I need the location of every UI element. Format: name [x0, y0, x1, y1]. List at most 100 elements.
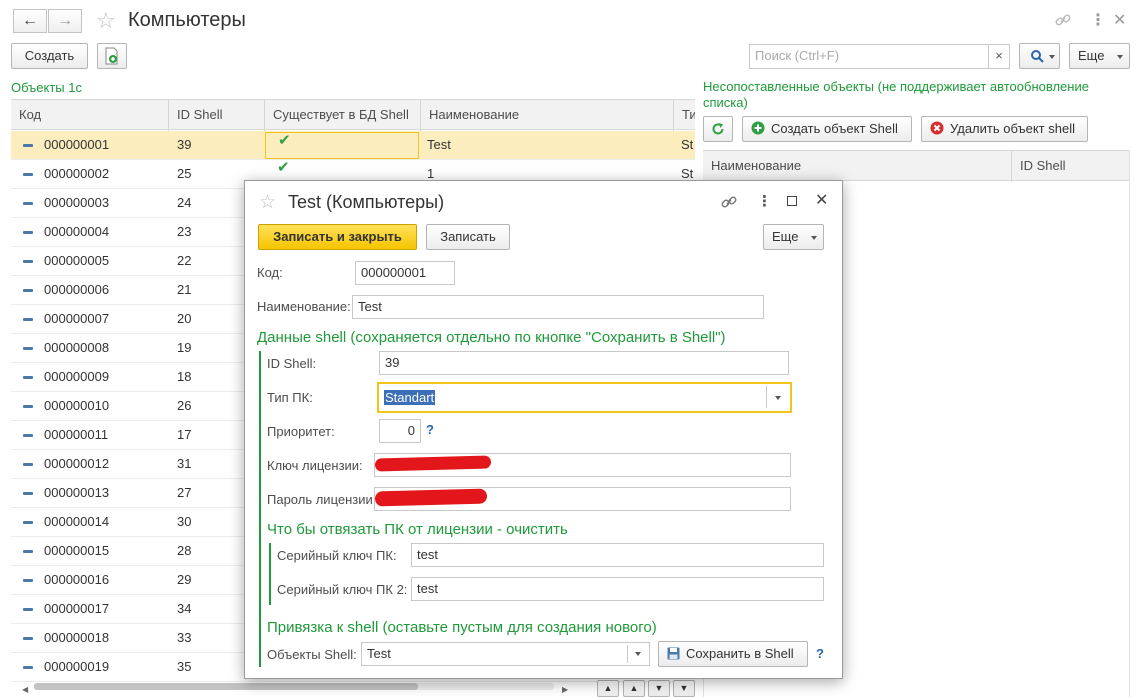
- row-item-icon: [23, 463, 33, 466]
- cell-id-shell: 35: [177, 659, 192, 674]
- row-item-icon: [23, 608, 33, 611]
- row-item-icon: [23, 318, 33, 321]
- more-button[interactable]: Еще: [763, 224, 824, 250]
- link-icon[interactable]: [1054, 11, 1072, 29]
- save-and-close-button[interactable]: Записать и закрыть: [258, 224, 417, 250]
- floppy-disk-icon: [667, 647, 680, 660]
- row-item-icon: [23, 492, 33, 495]
- search-button[interactable]: [1019, 43, 1060, 69]
- cell-id-shell: 26: [177, 398, 192, 413]
- cell-code: 000000008: [44, 340, 110, 355]
- scroll-up-button[interactable]: ▲: [623, 680, 645, 697]
- add-document-button[interactable]: [97, 43, 127, 69]
- cell-code: 000000014: [44, 514, 110, 529]
- unmatched-table-header: Наименование ID Shell: [703, 150, 1129, 182]
- horizontal-scrollbar[interactable]: [34, 683, 554, 690]
- add-document-icon: [105, 47, 118, 65]
- cell-code: 000000009: [44, 369, 110, 384]
- column-id-shell[interactable]: ID Shell: [169, 100, 265, 131]
- forward-button[interactable]: →: [48, 9, 82, 33]
- cell-type: St: [681, 137, 694, 152]
- scroll-bottom-button[interactable]: ▼: [673, 680, 695, 697]
- row-item-icon: [23, 550, 33, 553]
- close-icon[interactable]: ✕: [815, 190, 828, 210]
- cell-code: 000000003: [44, 195, 110, 210]
- row-item-icon: [23, 144, 33, 147]
- chevron-down-icon[interactable]: [635, 652, 641, 656]
- id-shell-field[interactable]: 39: [379, 351, 789, 375]
- cell-id-shell: 28: [177, 543, 192, 558]
- table-row[interactable]: 000000001 39 ✔ Test St: [11, 131, 695, 160]
- column-name[interactable]: Наименование: [421, 100, 674, 131]
- cell-id-shell: 27: [177, 485, 192, 500]
- page-title: Компьютеры: [128, 9, 246, 31]
- cell-id-shell: 31: [177, 456, 192, 471]
- license-password-label: Пароль лицензии:: [267, 492, 377, 507]
- cell-id-shell: 18: [177, 369, 192, 384]
- cell-code: 000000007: [44, 311, 110, 326]
- star-icon[interactable]: ☆: [96, 8, 116, 34]
- back-button[interactable]: ←: [13, 9, 47, 33]
- cell-name: Test: [427, 137, 451, 152]
- create-button[interactable]: Создать: [11, 43, 88, 69]
- scroll-left-arrow[interactable]: ◀: [22, 685, 28, 694]
- shell-group-title: Данные shell (сохраняется отдельно по кн…: [257, 329, 726, 346]
- create-shell-object-button[interactable]: Создать объект Shell: [742, 116, 912, 142]
- column-exists[interactable]: Существует в БД Shell: [265, 100, 421, 131]
- code-field[interactable]: 000000001: [355, 261, 455, 285]
- bind-group-title: Привязка к shell (оставьте пустым для со…: [267, 619, 657, 636]
- refresh-icon: [712, 123, 724, 135]
- save-to-shell-button[interactable]: Сохранить в Shell: [658, 641, 808, 667]
- star-icon[interactable]: ☆: [259, 191, 276, 214]
- shell-objects-select[interactable]: Test: [361, 642, 650, 666]
- row-item-icon: [23, 666, 33, 669]
- cell-exists[interactable]: ✔: [265, 132, 419, 159]
- cell-code: 000000019: [44, 659, 110, 674]
- more-button[interactable]: Еще: [1069, 43, 1130, 69]
- name-field[interactable]: Test: [352, 295, 764, 319]
- divider: [1129, 150, 1130, 697]
- scroll-right-arrow[interactable]: ▶: [562, 685, 568, 694]
- serial-key-field[interactable]: test: [411, 543, 824, 567]
- chevron-down-icon[interactable]: [775, 396, 781, 400]
- section-title-objects: Объекты 1с: [11, 80, 82, 95]
- redaction-mark: [374, 488, 488, 507]
- help-icon[interactable]: ?: [426, 422, 434, 437]
- row-item-icon: [23, 173, 33, 176]
- checkmark-icon: ✔: [277, 160, 290, 176]
- serial-key-2-field[interactable]: test: [411, 577, 824, 601]
- column-type[interactable]: Ти: [674, 100, 695, 131]
- scroll-down-button[interactable]: ▼: [648, 680, 670, 697]
- column-id-shell[interactable]: ID Shell: [1012, 151, 1129, 182]
- more-vertical-icon[interactable]: ⋮: [757, 192, 772, 210]
- divider: [766, 386, 767, 408]
- cell-code: 000000010: [44, 398, 110, 413]
- row-item-icon: [23, 405, 33, 408]
- add-circle-icon: [751, 121, 765, 135]
- search-clear-button[interactable]: ×: [988, 44, 1010, 69]
- pc-type-select[interactable]: Standart: [377, 382, 792, 413]
- delete-shell-object-button[interactable]: Удалить объект shell: [921, 116, 1088, 142]
- refresh-button[interactable]: [703, 116, 733, 142]
- search-input[interactable]: Поиск (Ctrl+F): [749, 44, 989, 69]
- row-item-icon: [23, 434, 33, 437]
- link-icon[interactable]: [720, 193, 738, 211]
- close-icon[interactable]: ✕: [1113, 10, 1126, 30]
- column-code[interactable]: Код: [11, 100, 169, 131]
- save-button[interactable]: Записать: [426, 224, 510, 250]
- column-name[interactable]: Наименование: [703, 151, 1012, 182]
- help-icon[interactable]: ?: [816, 646, 824, 661]
- maximize-icon[interactable]: [787, 196, 797, 206]
- priority-label: Приоритет:: [267, 424, 335, 439]
- priority-field[interactable]: 0: [379, 419, 421, 443]
- license-key-label: Ключ лицензии:: [267, 458, 363, 473]
- cell-id-shell: 17: [177, 427, 192, 442]
- back-arrow-icon: ←: [22, 12, 38, 29]
- cell-id-shell: 19: [177, 340, 192, 355]
- scroll-top-button[interactable]: ▲: [597, 680, 619, 697]
- scrollbar-thumb[interactable]: [34, 683, 418, 690]
- cell-id-shell: 22: [177, 253, 192, 268]
- more-vertical-icon[interactable]: ⋮: [1090, 10, 1106, 30]
- row-item-icon: [23, 579, 33, 582]
- name-label: Наименование:: [257, 299, 351, 314]
